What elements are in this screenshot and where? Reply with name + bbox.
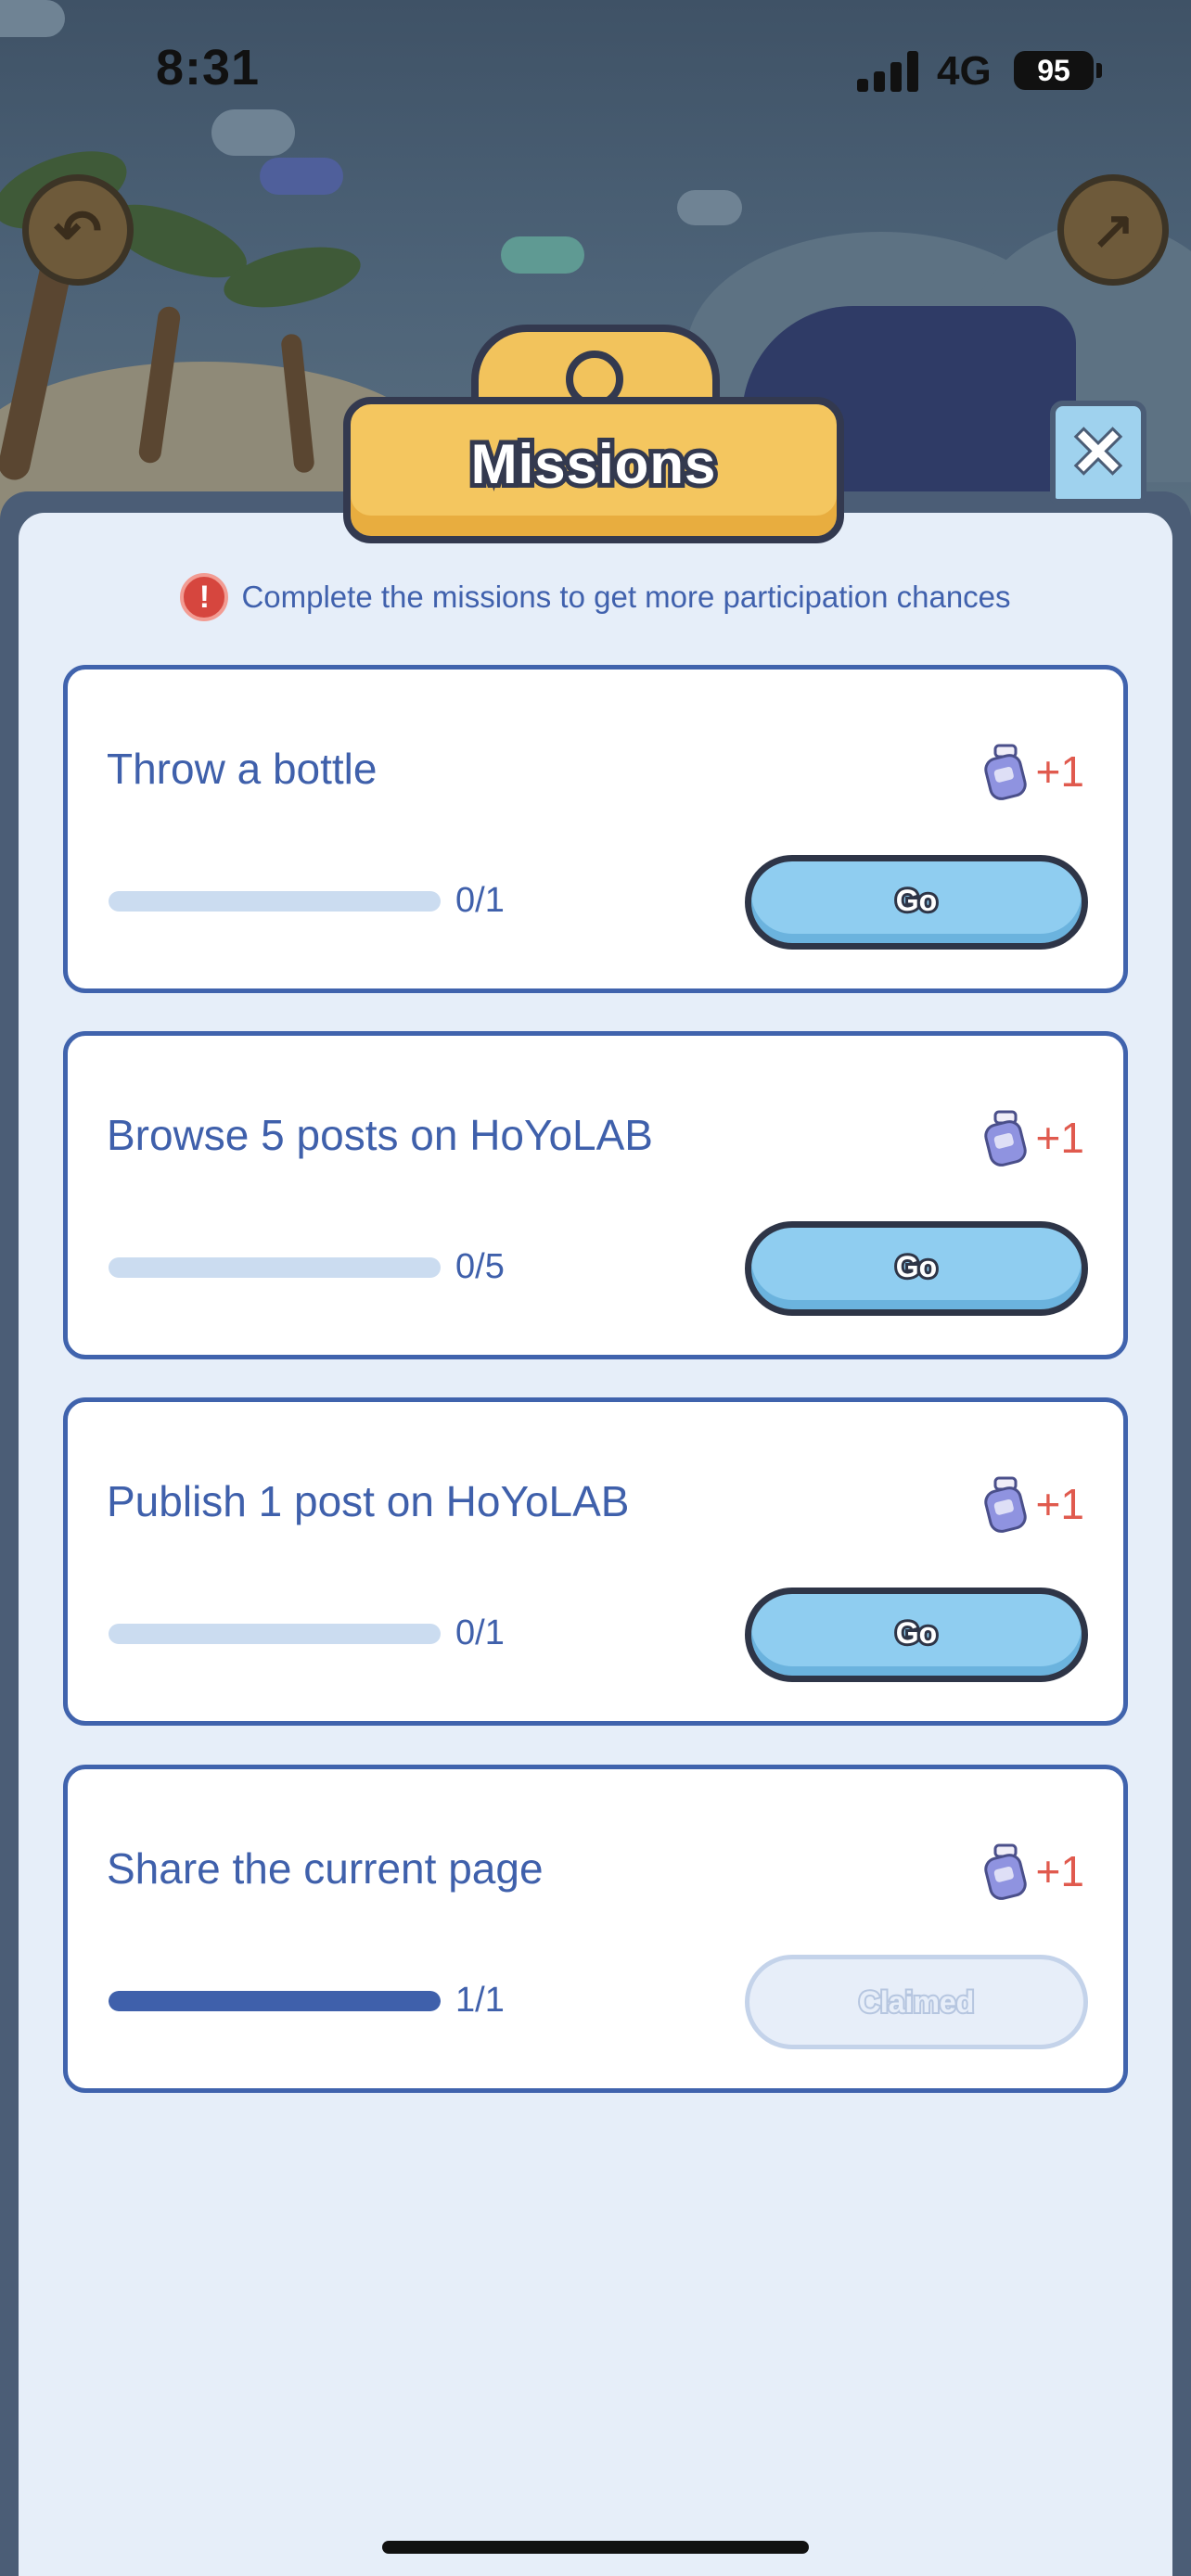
back-arrow-icon: ↶ bbox=[54, 198, 102, 263]
progress-text: 0/1 bbox=[455, 881, 505, 920]
exclamation-icon: ! bbox=[180, 573, 229, 621]
close-icon: ✕ bbox=[1069, 416, 1129, 489]
signal-icon bbox=[857, 51, 922, 92]
mission-title: Browse 5 posts on HoYoLAB bbox=[107, 1111, 653, 1159]
mission-reward: +1 bbox=[982, 1474, 1084, 1534]
go-button[interactable]: Go bbox=[745, 1221, 1088, 1316]
mission-card: Throw a bottle +1 0/1 Go bbox=[63, 665, 1128, 993]
battery-icon: 95 bbox=[1014, 51, 1094, 90]
mission-card: Share the current page +1 1/1 Claimed bbox=[63, 1765, 1128, 2093]
go-button[interactable]: Go bbox=[745, 855, 1088, 950]
bottle-icon bbox=[983, 1110, 1027, 1167]
bottle-icon bbox=[983, 744, 1027, 800]
bottle-icon bbox=[983, 1843, 1027, 1900]
back-button[interactable]: ↶ bbox=[22, 174, 134, 286]
panel-title: Missions bbox=[467, 428, 721, 500]
status-bar: 8:31 4G 95 bbox=[0, 0, 1191, 139]
claimed-button: Claimed bbox=[745, 1955, 1088, 2049]
mission-reward: +1 bbox=[982, 1108, 1084, 1167]
reward-amount: +1 bbox=[1035, 1480, 1084, 1528]
mission-reward: +1 bbox=[982, 1842, 1084, 1901]
progress-bar bbox=[109, 891, 441, 912]
mission-title: Share the current page bbox=[107, 1844, 544, 1893]
notice: ! Complete the missions to get more part… bbox=[0, 573, 1191, 621]
mission-card: Publish 1 post on HoYoLAB +1 0/1 Go bbox=[63, 1397, 1128, 1726]
share-icon: ↗ bbox=[1091, 200, 1135, 259]
network-label: 4G bbox=[937, 48, 992, 94]
progress-text: 0/1 bbox=[455, 1613, 505, 1652]
progress-fill bbox=[109, 1991, 441, 2011]
reward-amount: +1 bbox=[1035, 1847, 1084, 1895]
mission-reward: +1 bbox=[982, 742, 1084, 801]
go-label: Go bbox=[893, 1613, 940, 1652]
status-time: 8:31 bbox=[156, 40, 261, 96]
share-button[interactable]: ↗ bbox=[1057, 174, 1169, 286]
mission-title: Publish 1 post on HoYoLAB bbox=[107, 1477, 630, 1525]
mission-title: Throw a bottle bbox=[107, 745, 378, 793]
battery-level: 95 bbox=[1037, 53, 1070, 87]
home-indicator bbox=[382, 2541, 809, 2554]
progress-bar bbox=[109, 1624, 441, 1644]
go-button[interactable]: Go bbox=[745, 1588, 1088, 1682]
progress-bar bbox=[109, 1991, 441, 2011]
progress-text: 1/1 bbox=[455, 1981, 505, 2020]
notice-text: Complete the missions to get more partic… bbox=[241, 580, 1011, 614]
mission-card: Browse 5 posts on HoYoLAB +1 0/5 Go bbox=[63, 1031, 1128, 1359]
title-plaque: Missions bbox=[343, 397, 844, 543]
progress-bar bbox=[109, 1257, 441, 1278]
reward-amount: +1 bbox=[1035, 747, 1084, 796]
close-button[interactable]: ✕ bbox=[1050, 401, 1146, 504]
go-label: Go bbox=[893, 881, 940, 920]
progress-text: 0/5 bbox=[455, 1247, 505, 1286]
bottle-icon bbox=[983, 1476, 1027, 1533]
claimed-label: Claimed bbox=[857, 1983, 977, 2021]
reward-amount: +1 bbox=[1035, 1114, 1084, 1162]
go-label: Go bbox=[893, 1247, 940, 1286]
